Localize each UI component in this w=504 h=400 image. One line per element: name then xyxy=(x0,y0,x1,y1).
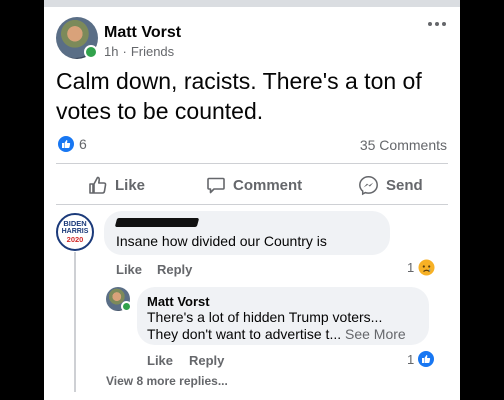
comment-button-label: Comment xyxy=(233,176,303,194)
view-more-replies-link[interactable]: View 8 more replies... xyxy=(106,374,228,388)
reaction-summary[interactable]: 6 xyxy=(58,136,87,152)
comment-count[interactable]: 35 Comments xyxy=(360,137,447,153)
comment-reaction[interactable]: 1 xyxy=(407,259,435,276)
top-divider xyxy=(44,0,460,7)
post-meta: 1h · Friends xyxy=(104,44,174,59)
comment-icon xyxy=(207,177,225,194)
comment-reply-link[interactable]: Reply xyxy=(157,262,192,277)
reply-reply-link[interactable]: Reply xyxy=(189,353,224,368)
like-reaction-icon xyxy=(58,136,74,152)
reply-reaction-count: 1 xyxy=(407,351,415,367)
reply-bubble: Matt Vorst There's a lot of hidden Trump… xyxy=(137,287,429,345)
actions-top-divider xyxy=(56,163,448,164)
reply-like-reaction-icon xyxy=(418,351,435,367)
thumbs-up-icon xyxy=(89,176,107,194)
comment-button[interactable]: Comment xyxy=(206,172,302,198)
reply-online-indicator xyxy=(121,301,132,312)
send-button-label: Send xyxy=(386,176,423,194)
reply-text-line-1: There's a lot of hidden Trump voters... xyxy=(147,309,383,325)
actions-bottom-divider xyxy=(56,204,448,205)
like-button[interactable]: Like xyxy=(88,172,145,198)
commenter-avatar[interactable]: BIDEN HARRIS 2020 xyxy=(56,213,94,251)
post-time[interactable]: 1h xyxy=(104,44,118,59)
like-button-label: Like xyxy=(115,176,146,194)
online-indicator xyxy=(84,45,98,59)
reply-text-line-2: They don't want to advertise t... See Mo… xyxy=(147,326,406,342)
logo-line-year: 2020 xyxy=(66,235,84,244)
reply-thread-line xyxy=(74,252,76,392)
sad-emoji-icon xyxy=(418,259,435,276)
redacted-author-name xyxy=(114,218,200,227)
logo-line-biden: BIDEN xyxy=(63,219,87,228)
reply-like-link[interactable]: Like xyxy=(147,353,173,368)
more-options-icon[interactable] xyxy=(428,22,446,26)
comment-bubble: Insane how divided our Country is xyxy=(104,211,390,255)
see-more-link[interactable]: See More xyxy=(345,326,406,342)
reply-reaction[interactable]: 1 xyxy=(407,351,435,367)
post-author-name[interactable]: Matt Vorst xyxy=(104,24,181,42)
comment-like-link[interactable]: Like xyxy=(116,262,142,277)
send-button[interactable]: Send xyxy=(358,172,423,198)
reply-text-truncated: They don't want to advertise t... xyxy=(147,326,342,342)
post-card: Matt Vorst 1h · Friends Calm down, racis… xyxy=(44,0,460,400)
post-text: Calm down, racists. There's a ton of vot… xyxy=(56,68,422,124)
messenger-icon xyxy=(359,175,378,195)
reaction-count: 6 xyxy=(79,136,87,152)
post-audience[interactable]: Friends xyxy=(131,44,174,59)
comment-text: Insane how divided our Country is xyxy=(116,233,327,249)
meta-separator: · xyxy=(122,44,127,59)
reply-author-name[interactable]: Matt Vorst xyxy=(147,294,210,309)
comment-reaction-count: 1 xyxy=(407,260,415,275)
